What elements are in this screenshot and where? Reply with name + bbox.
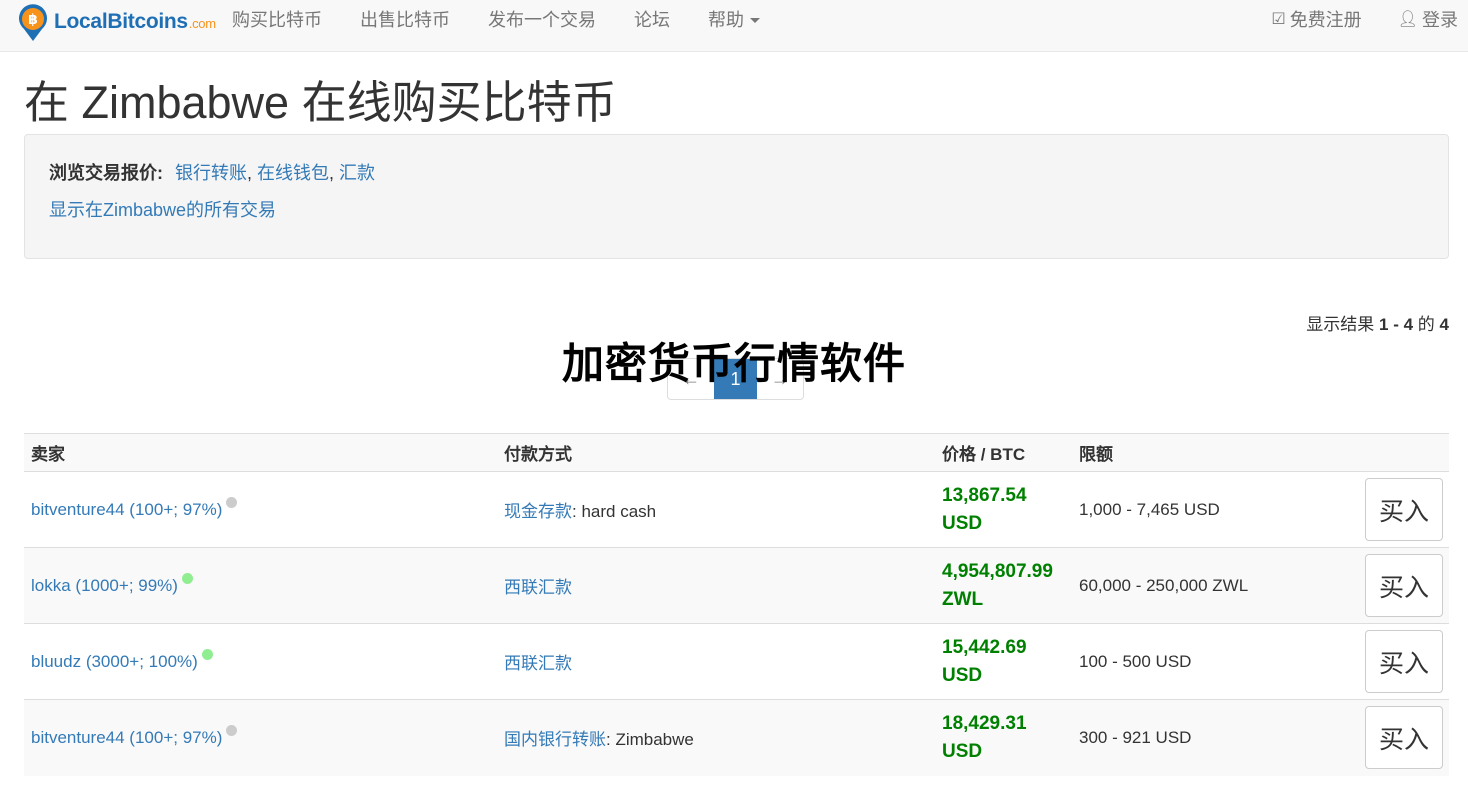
link-online-wallet[interactable]: 在线钱包	[257, 163, 329, 183]
payment-method-link[interactable]: 西联汇款	[504, 578, 572, 597]
header-price: 价格 / BTC	[935, 433, 1072, 472]
results-total: 4	[1439, 315, 1449, 334]
page-title: 在 Zimbabwe 在线购买比特币	[24, 77, 617, 128]
price-currency: USD	[942, 664, 983, 686]
brand-name: LocalBitcoins	[54, 10, 188, 33]
seller-link[interactable]: bitventure44 (100+; 97%)	[31, 500, 222, 519]
current-page-button[interactable]: 1	[714, 359, 757, 399]
seller-link[interactable]: bluudz (3000+; 100%)	[31, 652, 198, 671]
link-remittance[interactable]: 汇款	[339, 163, 375, 183]
login-link[interactable]: 👤︎ 登录	[1398, 0, 1458, 40]
prev-page-button[interactable]: ←	[668, 359, 714, 399]
header-limit: 限额	[1072, 433, 1352, 472]
price-amount: 15,442.69	[942, 636, 1027, 658]
brand-suffix: .com	[188, 16, 216, 31]
payment-method-link[interactable]: 国内银行转账	[504, 730, 606, 749]
payment-detail: : Zimbabwe	[606, 730, 694, 750]
show-all-trades-link[interactable]: 显示在Zimbabwe的所有交易	[49, 200, 276, 220]
caret-down-icon	[750, 17, 760, 23]
payment-method-link[interactable]: 现金存款	[504, 502, 572, 521]
table-row: lokka (1000+; 99%) 西联汇款 4,954,807.99 ZWL …	[24, 547, 1449, 624]
results-count: 显示结果 1 - 4 的 4	[1306, 310, 1449, 335]
nav-help-label: 帮助	[708, 10, 744, 30]
header-payment: 付款方式	[497, 433, 935, 472]
results-range: 1 - 4	[1379, 315, 1414, 334]
status-dot-icon	[181, 572, 193, 584]
price-currency: USD	[942, 512, 983, 534]
next-page-button[interactable]: →	[757, 359, 803, 399]
results-prefix: 显示结果	[1306, 315, 1375, 334]
nav-sell-bitcoin[interactable]: 出售比特币	[360, 0, 450, 40]
header-action	[1352, 433, 1449, 472]
status-dot-icon	[226, 496, 238, 508]
price-currency: ZWL	[942, 588, 984, 610]
price-amount: 4,954,807.99	[942, 560, 1053, 582]
price-amount: 13,867.54	[942, 484, 1027, 506]
bitcoin-pin-icon: ฿	[16, 2, 50, 42]
seller-link[interactable]: bitventure44 (100+; 97%)	[31, 728, 222, 747]
price-currency: USD	[942, 740, 983, 762]
nav-post-trade[interactable]: 发布一个交易	[488, 0, 596, 40]
offers-table: 卖家 付款方式 价格 / BTC 限额 bitventure44 (100+; …	[24, 433, 1449, 776]
pagination: ← 1 →	[667, 358, 804, 400]
browse-label: 浏览交易报价:	[49, 163, 163, 183]
table-row: bitventure44 (100+; 97%) 国内银行转账: Zimbabw…	[24, 699, 1449, 776]
table-row: bitventure44 (100+; 97%) 现金存款: hard cash…	[24, 471, 1449, 548]
main-nav: 购买比特币 出售比特币 发布一个交易 论坛 帮助	[232, 0, 798, 40]
seller-link[interactable]: lokka (1000+; 99%)	[31, 576, 178, 595]
register-label: 免费注册	[1289, 10, 1362, 30]
login-label: 登录	[1422, 10, 1458, 30]
table-header-row: 卖家 付款方式 价格 / BTC 限额	[24, 433, 1449, 472]
register-link[interactable]: ☑ 免费注册	[1271, 0, 1361, 40]
status-dot-icon	[226, 724, 238, 736]
buy-button[interactable]: 买入	[1365, 630, 1443, 693]
nav-buy-bitcoin[interactable]: 购买比特币	[232, 0, 322, 40]
buy-button[interactable]: 买入	[1365, 478, 1443, 541]
header-seller: 卖家	[24, 433, 497, 472]
price-amount: 18,429.31	[942, 712, 1027, 734]
table-row: bluudz (3000+; 100%) 西联汇款 15,442.69 USD 1…	[24, 623, 1449, 700]
top-navbar: ฿ LocalBitcoins.com 购买比特币 出售比特币 发布一个交易 论…	[0, 0, 1468, 52]
account-nav: ☑ 免费注册 👤︎ 登录	[1235, 0, 1458, 40]
link-bank-transfer[interactable]: 银行转账	[175, 163, 247, 183]
results-of: 的	[1417, 315, 1435, 334]
user-icon: 👤︎	[1397, 11, 1418, 28]
browse-offers-line: 浏览交易报价: 银行转账, 在线钱包, 汇款	[49, 163, 376, 183]
nav-help-dropdown[interactable]: 帮助	[708, 0, 760, 40]
payment-method-link[interactable]: 西联汇款	[504, 654, 572, 673]
limit-value: 100 - 500 USD	[1072, 623, 1352, 700]
buy-button[interactable]: 买入	[1365, 706, 1443, 770]
status-dot-icon	[201, 648, 213, 660]
payment-detail: : hard cash	[572, 502, 657, 521]
svg-text:฿: ฿	[28, 12, 38, 28]
limit-value: 1,000 - 7,465 USD	[1072, 471, 1352, 548]
limit-value: 60,000 - 250,000 ZWL	[1072, 547, 1352, 624]
browse-offers-panel: 浏览交易报价: 银行转账, 在线钱包, 汇款 显示在Zimbabwe的所有交易	[24, 134, 1449, 259]
buy-button[interactable]: 买入	[1365, 554, 1443, 617]
nav-forum[interactable]: 论坛	[634, 0, 670, 40]
checkbox-icon: ☑	[1271, 11, 1286, 28]
limit-value: 300 - 921 USD	[1072, 699, 1352, 776]
brand-logo[interactable]: ฿ LocalBitcoins.com	[16, 2, 216, 42]
